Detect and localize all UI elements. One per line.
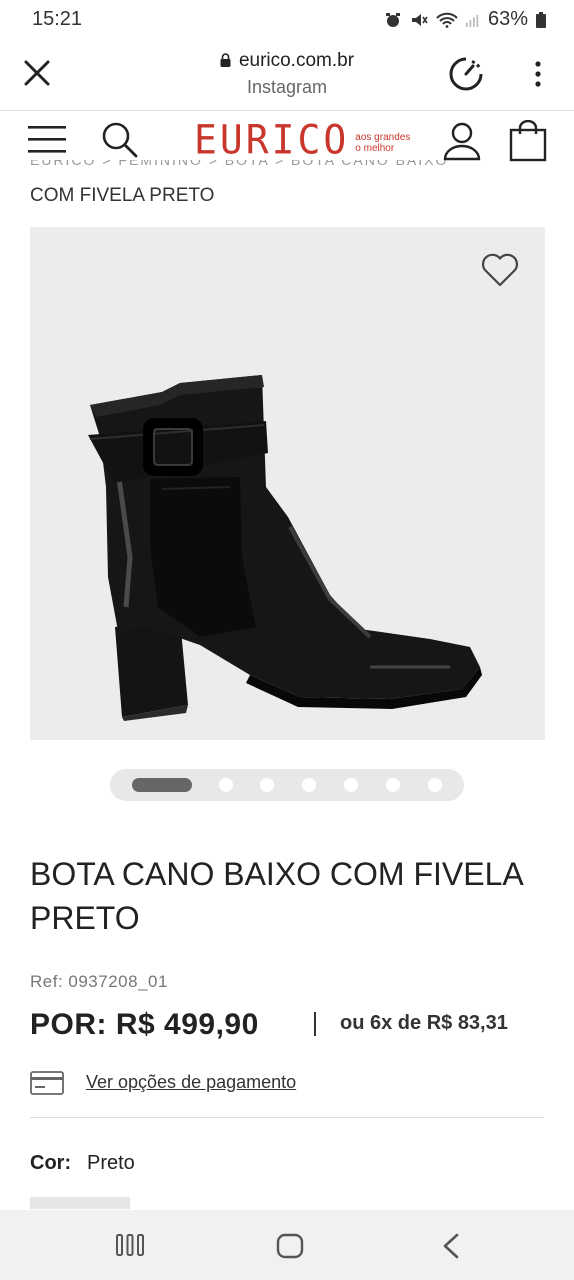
color-label: Cor: (30, 1152, 72, 1174)
eurico-logo[interactable]: EURICO aos grandes o melhor (194, 116, 410, 164)
color-value: Preto (87, 1152, 135, 1174)
payment-options-link[interactable]: Ver opções de pagamento (86, 1072, 296, 1093)
price-separator (314, 1012, 316, 1036)
product-price: POR: R$ 499,90 (30, 1008, 259, 1041)
menu-icon[interactable] (28, 124, 68, 154)
carousel-dot[interactable] (260, 778, 274, 792)
recents-icon[interactable] (116, 1232, 144, 1258)
wifi-icon (436, 12, 458, 28)
breadcrumb-current: COM FIVELA PRETO (30, 185, 215, 206)
logo-text: EURICO (194, 116, 350, 164)
installments-text: ou 6x de R$ 83,31 (340, 1012, 508, 1034)
product-title: BOTA CANO BAIXO COM FIVELA PRETO (30, 856, 522, 936)
divider (30, 1117, 544, 1118)
carousel-dot[interactable] (302, 778, 316, 792)
battery-percent: 63% (487, 8, 528, 30)
battery-icon (536, 11, 546, 28)
url-source: Instagram (246, 77, 328, 97)
logo-tagline-line2: o melhor (355, 143, 395, 154)
url-bar[interactable]: eurico.com.br (0, 50, 574, 72)
speed-icon[interactable] (448, 56, 484, 92)
credit-card-icon (30, 1071, 64, 1095)
product-ref: Ref: 0937208_01 (30, 972, 168, 991)
home-icon[interactable] (276, 1232, 304, 1260)
search-icon[interactable] (100, 120, 138, 158)
carousel-dot[interactable] (344, 778, 358, 792)
signal-icon (465, 14, 479, 27)
status-time: 15:21 (32, 8, 83, 30)
more-icon[interactable] (526, 58, 550, 90)
user-icon[interactable] (442, 121, 482, 161)
carousel-dot[interactable] (219, 778, 233, 792)
url-domain: eurico.com.br (238, 50, 355, 71)
logo-tagline-line1: aos grandes (355, 132, 411, 143)
carousel-dot[interactable] (428, 778, 442, 792)
status-icons: 63% (384, 8, 546, 31)
lock-icon (220, 53, 231, 67)
alarm-icon (385, 12, 400, 27)
mute-icon (411, 13, 428, 26)
wishlist-heart-icon[interactable] (480, 251, 520, 289)
color-swatch[interactable] (30, 1197, 130, 1209)
back-icon[interactable] (440, 1232, 462, 1260)
product-image[interactable] (30, 227, 545, 740)
boot-illustration (88, 375, 482, 721)
logo-tagline: aos grandes o melhor (355, 132, 410, 154)
carousel-dot[interactable] (386, 778, 400, 792)
bag-icon[interactable] (508, 120, 548, 162)
carousel-dot-active[interactable] (132, 778, 192, 792)
breadcrumb-scrolled: EURICO > FEMININO > BOTA > BOTA CANO BAI… (30, 160, 449, 168)
